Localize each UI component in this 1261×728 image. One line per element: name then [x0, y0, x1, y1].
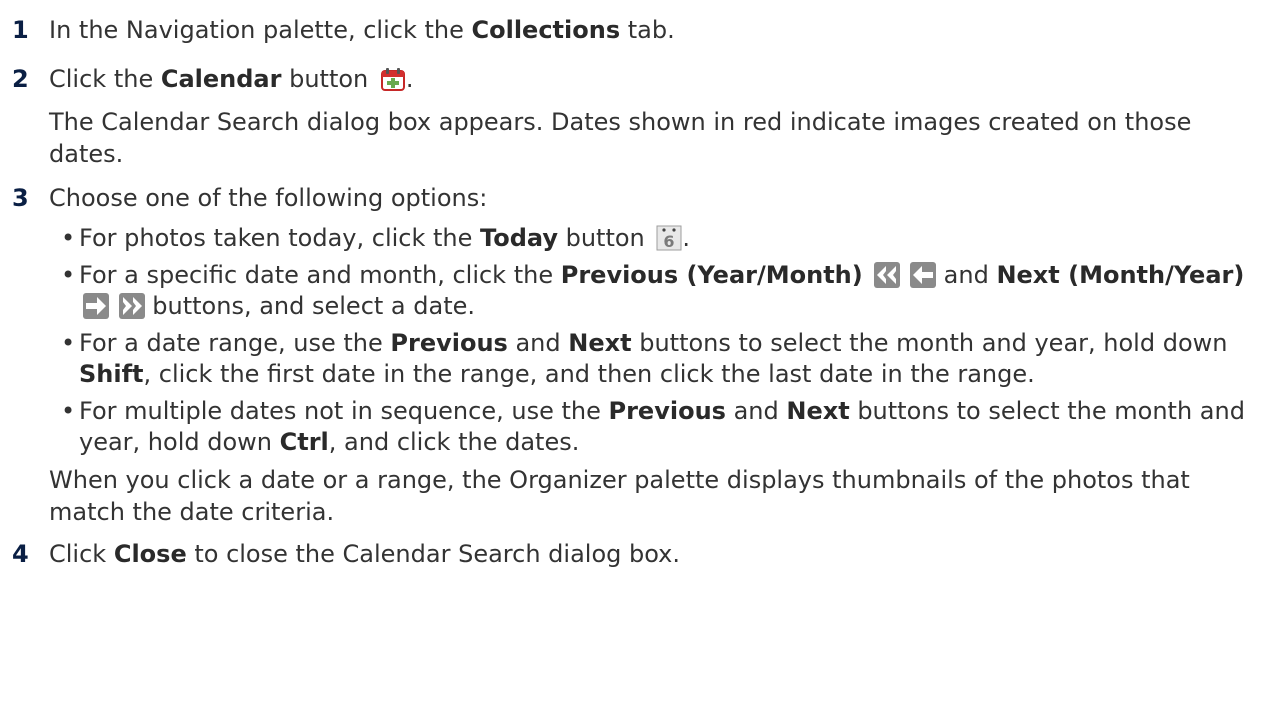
- calendar-icon: [380, 66, 406, 92]
- step-1: 1 In the Navigation palette, click the C…: [12, 0, 1252, 49]
- previous-year-icon: [874, 262, 901, 288]
- step-description: The Calendar Search dialog box appears. …: [49, 108, 1192, 168]
- step-number: 2: [12, 65, 29, 93]
- option-text: .: [682, 224, 691, 252]
- previous-month-icon: [910, 262, 937, 288]
- list-item: For photos taken today, click the Today …: [57, 223, 1252, 254]
- list-item: For multiple dates not in sequence, use …: [57, 396, 1252, 458]
- step-number: 4: [12, 540, 29, 568]
- options-list: For photos taken today, click the Today …: [49, 223, 1252, 458]
- option-keyword: Next (Month/Year): [996, 261, 1245, 289]
- step-text: Click: [49, 540, 114, 568]
- svg-text:6: 6: [664, 232, 675, 251]
- instructions: 1 In the Navigation palette, click the C…: [12, 0, 1252, 573]
- step-keyword: Close: [113, 540, 187, 568]
- step-number: 3: [12, 184, 29, 212]
- option-text: , and click the dates.: [328, 428, 580, 456]
- option-text: and: [507, 329, 569, 357]
- step-text: .: [405, 65, 414, 93]
- today-icon: 6: [656, 225, 682, 251]
- option-keyword: Next: [786, 397, 850, 425]
- option-keyword: Next: [568, 329, 632, 357]
- step-description: When you click a date or a range, the Or…: [49, 466, 1190, 526]
- option-text: For a specific date and month, click the: [79, 261, 561, 289]
- option-keyword: Ctrl: [279, 428, 329, 456]
- option-keyword: Previous: [608, 397, 726, 425]
- option-text: button: [557, 224, 645, 252]
- next-month-icon: [83, 293, 109, 319]
- option-text: and: [725, 397, 787, 425]
- list-item: For a date range, use the Previous and N…: [57, 328, 1252, 390]
- step-text: In the Navigation palette, click the: [49, 16, 472, 44]
- option-text: For photos taken today, click the: [79, 224, 481, 252]
- option-text: For a date range, use the: [79, 329, 391, 357]
- option-text: buttons to select the month and year, ho…: [631, 329, 1228, 357]
- step-text: Choose one of the following options:: [49, 184, 488, 212]
- next-year-icon: [118, 293, 145, 319]
- step-text: to close the Calendar Search dialog box.: [186, 540, 680, 568]
- option-keyword: Previous: [390, 329, 508, 357]
- step-2: 2 Click the Calendar button . The Calend…: [12, 61, 1252, 170]
- option-text: and: [936, 261, 997, 289]
- step-3: 3 Choose one of the following options: F…: [12, 180, 1252, 528]
- step-text: tab.: [620, 16, 675, 44]
- option-text: , click the first date in the range, and…: [143, 360, 1035, 388]
- step-text: Click the: [49, 65, 161, 93]
- step-4: 4 Click Close to close the Calendar Sear…: [12, 536, 1252, 573]
- option-keyword: Previous (Year/Month): [560, 261, 863, 289]
- option-text: buttons, and select a date.: [152, 292, 476, 320]
- step-text: button: [281, 65, 369, 93]
- option-keyword: Today: [480, 224, 558, 252]
- list-item: For a specific date and month, click the…: [57, 260, 1252, 322]
- step-number: 1: [12, 16, 29, 44]
- option-keyword: Shift: [79, 360, 144, 388]
- option-text: For multiple dates not in sequence, use …: [79, 397, 609, 425]
- step-keyword: Calendar: [160, 65, 282, 93]
- step-keyword: Collections: [471, 16, 621, 44]
